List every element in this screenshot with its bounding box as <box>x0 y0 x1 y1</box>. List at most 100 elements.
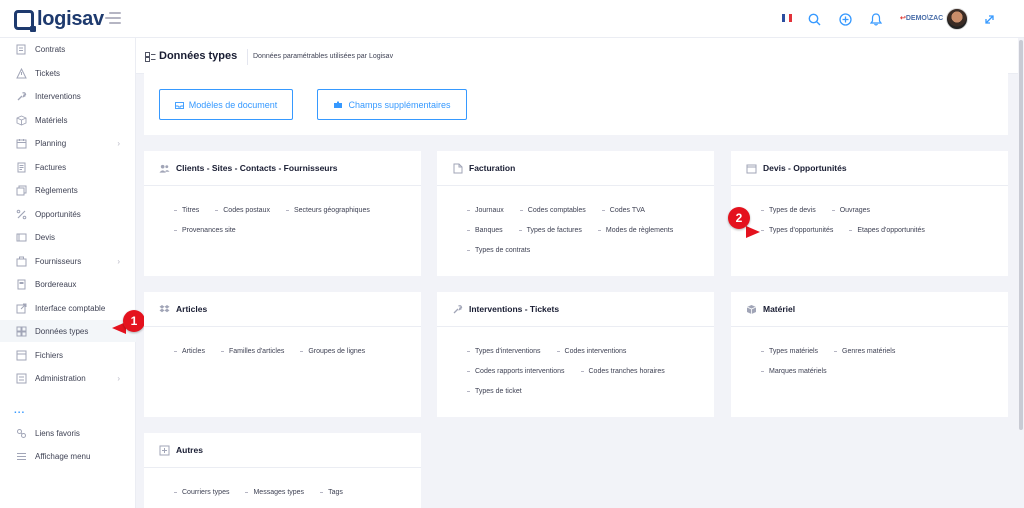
card-title: Interventions - Tickets <box>469 304 560 314</box>
link-row: Articles Familles d'articles Groupes de li… <box>174 348 411 368</box>
payment-icon <box>16 185 27 196</box>
data-type-link[interactable]: Codes comptables <box>520 207 586 214</box>
sidebar-item-interventions[interactable]: Interventions <box>0 85 136 107</box>
chevron-right-icon: › <box>117 257 120 266</box>
sidebar-item-planning[interactable]: Planning › <box>0 132 136 154</box>
title-divider <box>247 49 248 65</box>
card-materiel: Matériel Types matériels Genres matériels M… <box>731 292 1008 417</box>
admin-icon <box>16 373 27 384</box>
card-links: Titres Codes postaux Secteurs géographique… <box>174 207 411 247</box>
data-type-link[interactable]: Etapes d'opportunités <box>849 227 925 234</box>
sidebar-item-label: Opportunités <box>35 209 81 219</box>
avatar[interactable] <box>946 8 968 30</box>
card-links: Articles Familles d'articles Groupes de li… <box>174 348 411 368</box>
page-title: Données types <box>159 50 238 62</box>
data-type-link[interactable]: Codes TVA <box>602 207 645 214</box>
flag-icon[interactable] <box>782 14 792 22</box>
sidebar-item-contrats[interactable]: Contrats <box>0 38 136 60</box>
cube-icon <box>746 304 757 315</box>
data-type-link[interactable]: Marques matériels <box>761 368 827 375</box>
sidebar-item-label: Liens favoris <box>35 428 80 438</box>
data-type-link[interactable]: Types d'opportunités <box>761 227 833 234</box>
card-header: Facturation <box>437 151 714 186</box>
card-links: Types d'interventions Codes interventions… <box>467 348 704 408</box>
sidebar-item-tickets[interactable]: Tickets <box>0 62 136 84</box>
contract-icon <box>16 44 27 55</box>
link-row: Types de devis Ouvrages <box>761 207 998 227</box>
data-type-link[interactable]: Types matériels <box>761 348 818 355</box>
sidebar-item-interface-comptable[interactable]: Interface comptable <box>0 297 136 319</box>
scrollbar-thumb[interactable] <box>1019 40 1023 430</box>
data-type-link[interactable]: Familles d'articles <box>221 348 284 355</box>
users-icon <box>159 163 170 174</box>
document-models-button[interactable]: Modèles de document <box>159 89 293 120</box>
sidebar-item-affichage-menu[interactable]: Affichage menu <box>0 445 136 467</box>
bell-icon[interactable] <box>867 10 885 28</box>
card-header: Devis - Opportunités <box>731 151 1008 186</box>
extra-fields-button[interactable]: Champs supplémentaires <box>317 89 467 120</box>
user-switch-label[interactable]: ↩DEMO\ZAC <box>900 14 943 22</box>
link-row: Journaux Codes comptables Codes TVA <box>467 207 704 227</box>
data-type-link[interactable]: Codes rapports interventions <box>467 368 565 375</box>
expand-icon[interactable] <box>980 10 998 28</box>
sidebar-item-fournisseurs[interactable]: Fournisseurs › <box>0 250 136 272</box>
data-type-link[interactable]: Types de factures <box>519 227 582 234</box>
data-type-link[interactable]: Courriers types <box>174 489 229 496</box>
data-type-link[interactable]: Codes interventions <box>557 348 627 355</box>
sidebar-item-liens-favoris[interactable]: Liens favoris <box>0 422 136 444</box>
data-type-link[interactable]: Types de contrats <box>467 247 530 254</box>
sidebar-more-dots[interactable]: ... <box>14 405 25 416</box>
link-row: Codes rapports interventions Codes tranch… <box>467 368 704 388</box>
logo[interactable]: logisav <box>14 8 104 32</box>
data-type-link[interactable]: Banques <box>467 227 503 234</box>
data-type-link[interactable]: Secteurs géographiques <box>286 207 370 214</box>
sidebar-item-materiels[interactable]: Matériels <box>0 109 136 131</box>
card-header: Autres <box>144 433 421 468</box>
data-type-link[interactable]: Articles <box>174 348 205 355</box>
data-type-link[interactable]: Codes tranches horaires <box>581 368 665 375</box>
page-subtitle: Données paramétrables utilisées par Logi… <box>253 53 394 60</box>
card-facturation: Facturation Journaux Codes comptables Codes… <box>437 151 714 276</box>
top-header: logisav ↩DEMO\ZAC <box>0 0 1024 38</box>
data-type-link[interactable]: Codes postaux <box>215 207 270 214</box>
link-row: Banques Types de factures Modes de règleme… <box>467 227 704 247</box>
data-type-link[interactable]: Groupes de lignes <box>300 348 365 355</box>
search-icon[interactable] <box>805 10 823 28</box>
dropbox-icon <box>159 304 170 315</box>
logo-text: logisav <box>37 8 104 30</box>
sidebar-item-opportunites[interactable]: Opportunités <box>0 203 136 225</box>
sidebar-item-factures[interactable]: Factures <box>0 156 136 178</box>
add-circle-icon[interactable] <box>836 10 854 28</box>
warning-icon <box>16 67 27 79</box>
sidebar-item-label: Interface comptable <box>35 303 106 313</box>
data-type-link[interactable]: Messages types <box>245 489 304 496</box>
menu-toggle-icon[interactable] <box>105 12 121 24</box>
data-type-link[interactable]: Modes de règlements <box>598 227 673 234</box>
logo-mark-icon <box>14 9 36 32</box>
card-links: Journaux Codes comptables Codes TVA Banques… <box>467 207 704 267</box>
supplier-icon <box>16 256 27 267</box>
files-icon <box>16 350 27 361</box>
sidebar-item-label: Planning <box>35 138 67 148</box>
sidebar-item-label: Données types <box>35 326 89 336</box>
sidebar-item-reglements[interactable]: Règlements <box>0 179 136 201</box>
data-type-link[interactable]: Provenances site <box>174 227 236 234</box>
document-models-label: Modèles de document <box>188 99 278 110</box>
card-links: Types matériels Genres matériels Marques m… <box>761 348 998 388</box>
data-type-link[interactable]: Types de devis <box>761 207 816 214</box>
data-type-link[interactable]: Types d'interventions <box>467 348 541 355</box>
data-type-link[interactable]: Ouvrages <box>832 207 870 214</box>
data-type-link[interactable]: Tags <box>320 489 343 496</box>
external-link-icon <box>16 303 27 314</box>
data-type-link[interactable]: Titres <box>174 207 199 214</box>
card-title: Facturation <box>469 163 516 173</box>
sidebar-item-bordereaux[interactable]: Bordereaux <box>0 273 136 295</box>
sidebar-item-fichiers[interactable]: Fichiers <box>0 344 136 366</box>
sidebar-item-devis[interactable]: Devis <box>0 226 136 248</box>
sidebar-item-administration[interactable]: Administration › <box>0 367 136 389</box>
data-type-link[interactable]: Types de ticket <box>467 388 522 395</box>
data-type-link[interactable]: Genres matériels <box>834 348 895 355</box>
card-header: Clients - Sites - Contacts - Fournisseur… <box>144 151 421 186</box>
calendar-icon <box>16 138 27 149</box>
data-type-link[interactable]: Journaux <box>467 207 504 214</box>
